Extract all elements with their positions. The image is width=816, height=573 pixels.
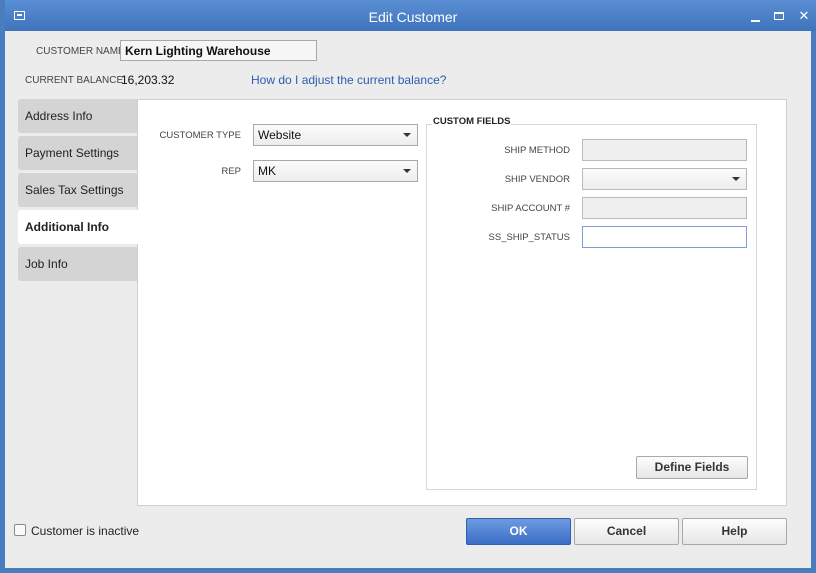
customer-type-select[interactable]: Website bbox=[253, 124, 418, 146]
tab-label: Job Info bbox=[25, 257, 68, 271]
ship-vendor-label: SHIP VENDOR bbox=[504, 174, 570, 185]
maximize-icon[interactable] bbox=[773, 9, 787, 23]
customer-name-input[interactable]: Kern Lighting Warehouse bbox=[120, 40, 317, 61]
tab-sales-tax-settings[interactable]: Sales Tax Settings bbox=[18, 173, 138, 207]
customer-name-label: CUSTOMER NAME bbox=[36, 46, 125, 57]
tab-payment-settings[interactable]: Payment Settings bbox=[18, 136, 138, 170]
cancel-button[interactable]: Cancel bbox=[574, 518, 679, 545]
dropdown-arrow-icon bbox=[403, 133, 411, 137]
ship-vendor-select[interactable] bbox=[582, 168, 747, 190]
ss-ship-status-label: SS_SHIP_STATUS bbox=[488, 232, 570, 243]
dropdown-arrow-icon bbox=[403, 169, 411, 173]
minimize-icon[interactable] bbox=[749, 9, 763, 23]
current-balance-label: CURRENT BALANCE bbox=[25, 75, 124, 86]
custom-fields-title: CUSTOM FIELDS bbox=[432, 116, 512, 127]
tab-label: Additional Info bbox=[25, 220, 109, 234]
rep-select[interactable]: MK bbox=[253, 160, 418, 182]
edit-customer-window: Edit Customer ✕ CUSTOMER NAME Kern Light… bbox=[0, 0, 816, 573]
ss-ship-status-input[interactable] bbox=[582, 226, 747, 248]
customer-type-value: Website bbox=[258, 128, 302, 142]
ship-method-input[interactable] bbox=[582, 139, 747, 161]
customer-inactive-label: Customer is inactive bbox=[31, 524, 140, 538]
ship-account-input[interactable] bbox=[582, 197, 747, 219]
tab-label: Payment Settings bbox=[25, 146, 120, 160]
define-fields-button[interactable]: Define Fields bbox=[636, 456, 748, 479]
tab-job-info[interactable]: Job Info bbox=[18, 247, 138, 281]
current-balance-value: 16,203.32 bbox=[121, 73, 175, 87]
tab-additional-info[interactable]: Additional Info bbox=[18, 210, 139, 244]
tab-label: Sales Tax Settings bbox=[25, 183, 124, 197]
rep-value: MK bbox=[258, 164, 276, 178]
title-bar: Edit Customer ✕ bbox=[5, 0, 816, 31]
tab-address-info[interactable]: Address Info bbox=[18, 99, 138, 133]
ok-button[interactable]: OK bbox=[466, 518, 571, 545]
tab-label: Address Info bbox=[25, 109, 93, 123]
dropdown-arrow-icon bbox=[732, 177, 740, 181]
ship-method-label: SHIP METHOD bbox=[504, 145, 570, 156]
customer-inactive-checkbox[interactable] bbox=[14, 524, 26, 536]
customer-type-label: CUSTOMER TYPE bbox=[159, 130, 241, 141]
window-title: Edit Customer bbox=[368, 9, 458, 25]
rep-label: REP bbox=[221, 166, 241, 177]
adjust-balance-link[interactable]: How do I adjust the current balance? bbox=[251, 73, 446, 87]
help-button[interactable]: Help bbox=[682, 518, 787, 545]
ship-account-label: SHIP ACCOUNT # bbox=[491, 203, 570, 214]
close-icon[interactable]: ✕ bbox=[797, 9, 811, 23]
